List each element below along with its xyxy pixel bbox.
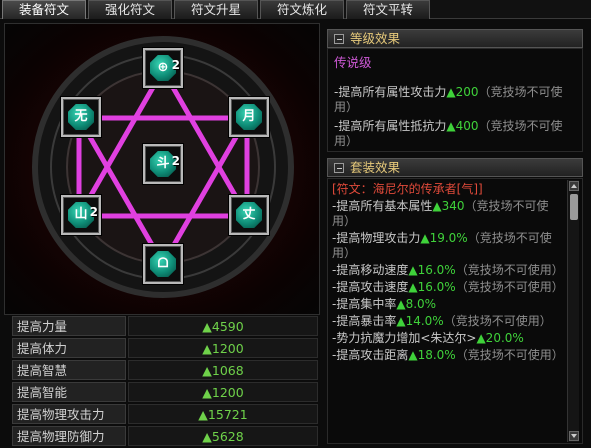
stat-row: 提高物理攻击力 ▲15721 [12,404,320,425]
effect-text: -提高攻击速度 [332,280,409,294]
effect-line: -提高所有属性攻击力▲200（竞技场不可使用） [334,85,574,115]
set-effect-title: 套装效果 [350,160,401,175]
scroll-thumb[interactable] [570,194,578,220]
grade-label: 传说级 [334,55,372,70]
stat-value: ▲5628 [128,426,318,446]
stat-row: 提高力量 ▲4590 [12,316,320,337]
tab-equip-rune[interactable]: 装备符文 [2,0,86,19]
effect-text: -提高攻击距离 [332,348,409,362]
effect-line: -提高所有属性抵抗力▲400（竞技场不可使用） [334,119,574,149]
rune-count: 2 [89,205,98,219]
effect-line: -提高所有基本属性▲340（竞技场不可使用） [328,198,568,230]
effect-line: -势力抗魔力增加<朱达尔>▲20.0% [328,330,568,347]
tab-rune-star-up[interactable]: 符文升星 [174,0,258,19]
effect-text: -提高所有属性攻击力 [334,85,447,99]
rune-count: 2 [171,154,180,168]
effect-text: -提高所有属性抵抗力 [334,119,447,133]
collapse-icon[interactable] [334,163,344,173]
stat-value: ▲1200 [128,338,318,358]
stat-row: 提高物理防御力 ▲5628 [12,426,320,447]
effect-value: ▲20.0% [476,331,524,345]
scroll-up-icon[interactable] [569,181,579,191]
rune-slot-right[interactable]: 月 [229,97,269,137]
rune-gem-icon: 无 [68,104,94,130]
effect-note: （竞技场不可使用） [455,348,564,362]
stat-row: 提高智能 ▲1200 [12,382,320,403]
effect-text: -提高物理攻击力 [332,231,421,245]
collapse-icon[interactable] [334,34,344,44]
rune-slot-left[interactable]: 无 [61,97,101,137]
scroll-down-icon[interactable] [569,431,579,441]
set-effect-scrollbar[interactable] [567,180,579,442]
rune-gem-icon: 丈 [236,202,262,228]
effect-value: ▲200 [446,85,479,99]
rune-count: 2 [171,58,180,72]
rune-board: ⊕ 2 无 月 斗 2 山 2 丈 ᗝ [4,23,320,315]
stat-value: ▲1200 [128,382,318,402]
rune-slot-bottom[interactable]: ᗝ [143,244,183,284]
grade-effect-header[interactable]: 等级效果 [327,29,583,48]
stat-label: 提高智能 [12,382,126,402]
effect-text: -提高所有基本属性 [332,199,433,213]
effect-line: -提高攻击距离▲18.0%（竞技场不可使用） [328,347,568,364]
rune-gem-icon: ᗝ [150,251,176,277]
effect-text: -提高集中率 [332,297,397,311]
stats-table: 提高力量 ▲4590 提高体力 ▲1200 提高智慧 ▲1068 提高智能 ▲1… [12,316,320,448]
effect-value: ▲340 [432,199,465,213]
effect-text: -势力抗魔力增加<朱达尔> [332,331,477,345]
stat-label: 提高力量 [12,316,126,336]
effect-value: ▲18.0% [408,348,456,362]
effect-line: -提高物理攻击力▲19.0%（竞技场不可使用） [328,230,568,262]
stat-label: 提高物理攻击力 [12,404,126,424]
effect-value: ▲16.0% [408,263,456,277]
rune-slot-top[interactable]: ⊕ 2 [143,48,183,88]
stat-value: ▲1068 [128,360,318,380]
effect-value: ▲14.0% [396,314,444,328]
grade-effect-title: 等级效果 [350,31,401,46]
effect-value: ▲16.0% [408,280,456,294]
stat-label: 提高体力 [12,338,126,358]
rune-gem-icon: 月 [236,104,262,130]
effect-value: ▲400 [446,119,479,133]
stat-row: 提高体力 ▲1200 [12,338,320,359]
effect-text: -提高暴击率 [332,314,397,328]
set-effect-body: [符文：海尼尔的传承者[气]] -提高所有基本属性▲340（竞技场不可使用） -… [327,178,583,444]
effect-line: -提高攻击速度▲16.0%（竞技场不可使用） [328,279,568,296]
stat-row: 提高智慧 ▲1068 [12,360,320,381]
tab-enhance-rune[interactable]: 强化符文 [88,0,172,19]
rune-slot-lower-right[interactable]: 丈 [229,195,269,235]
set-effect-header[interactable]: 套装效果 [327,158,583,177]
effect-note: （竞技场不可使用） [443,314,552,328]
effect-line: -提高暴击率▲14.0%（竞技场不可使用） [328,313,568,330]
effect-line: -提高移动速度▲16.0%（竞技场不可使用） [328,262,568,279]
tab-rune-refine[interactable]: 符文炼化 [260,0,344,19]
tab-bar: 装备符文 强化符文 符文升星 符文炼化 符文平转 [0,0,591,19]
tab-rune-transfer[interactable]: 符文平转 [346,0,430,19]
grade-effect-body: 传说级 -提高所有属性攻击力▲200（竞技场不可使用） -提高所有属性抵抗力▲4… [327,48,583,152]
effect-line: -提高集中率▲8.0% [328,296,568,313]
stat-value: ▲15721 [128,404,318,424]
rune-slot-center[interactable]: 斗 2 [143,144,183,184]
effect-note: （竞技场不可使用） [455,280,564,294]
set-name: [符文：海尼尔的传承者[气]] [332,182,483,196]
effect-note: （竞技场不可使用） [455,263,564,277]
stat-label: 提高智慧 [12,360,126,380]
effect-value: ▲19.0% [420,231,468,245]
effect-text: -提高移动速度 [332,263,409,277]
stat-label: 提高物理防御力 [12,426,126,446]
effect-value: ▲8.0% [396,297,437,311]
rune-slot-lower-left[interactable]: 山 2 [61,195,101,235]
stat-value: ▲4590 [128,316,318,336]
